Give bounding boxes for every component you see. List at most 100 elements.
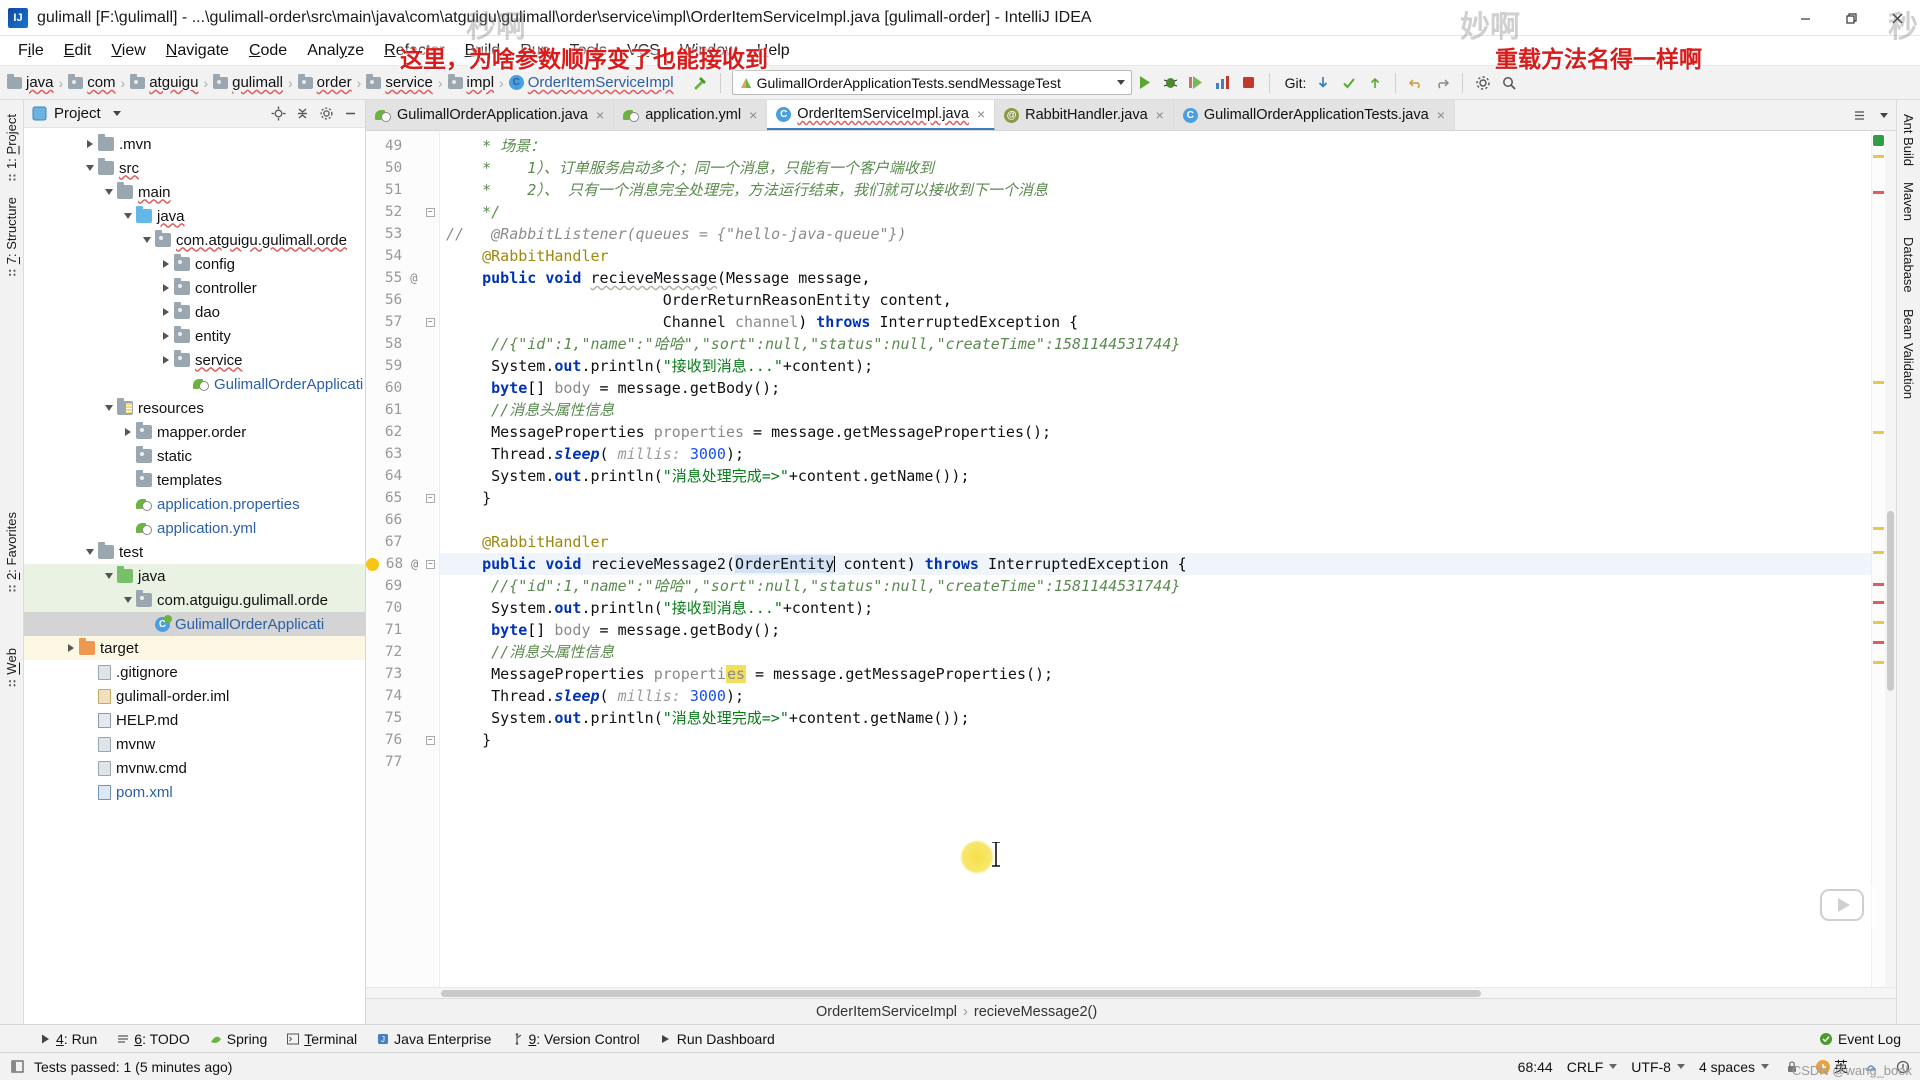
menu-analyze[interactable]: Analyze [297,40,374,62]
chevron-down-icon[interactable] [81,165,98,171]
gutter-line-59[interactable]: 59 [366,355,439,377]
tree-node-mvnw[interactable]: mvnw [24,732,365,756]
menu-help[interactable]: Help [747,40,800,62]
menu-tools[interactable]: Tools [560,40,617,62]
code-line-75[interactable]: System.out.println("消息处理完成=>"+content.ge… [440,707,1871,729]
menu-vcs[interactable]: VCS [617,40,670,62]
close-tab-icon[interactable]: × [749,107,757,123]
code-line-54[interactable]: @RabbitHandler [440,245,1871,267]
tree-node-application.properties[interactable]: application.properties [24,492,365,516]
gutter-line-57[interactable]: 57 − [366,311,439,333]
chevron-down-icon[interactable] [100,573,117,579]
show-toolwindows-icon[interactable] [8,1058,26,1076]
override-annotation-icon[interactable]: @ [409,557,420,571]
code-fold-toggle-icon[interactable]: − [425,493,435,503]
breadcrumb-item-impl[interactable]: impl [445,73,498,91]
editor-tab-gulimallorderapplicationtests-java[interactable]: C GulimallOrderApplicationTests.java × [1173,100,1455,130]
tree-node-com.atguigu.gulimall.orde[interactable]: com.atguigu.gulimall.orde [24,588,365,612]
run-dashboard-tool-window[interactable]: Run Dashboard [651,1029,784,1049]
gutter-line-56[interactable]: 56 [366,289,439,311]
search-everywhere-icon[interactable] [1496,70,1522,96]
push-icon[interactable] [1362,70,1388,96]
run-icon[interactable] [1132,70,1158,96]
warning-marker[interactable] [1873,661,1884,664]
menu-view[interactable]: View [101,40,155,62]
intention-bulb-icon[interactable] [366,557,379,571]
gutter-line-65[interactable]: 65 − [366,487,439,509]
editor-vertical-scrollbar[interactable] [1885,131,1896,987]
tree-node-.gitignore[interactable]: .gitignore [24,660,365,684]
indent-chip[interactable]: 4 spaces [1699,1059,1769,1075]
code-line-69[interactable]: //{"id":1,"name":"哈哈","sort":null,"statu… [440,575,1871,597]
gutter-line-74[interactable]: 74 [366,685,439,707]
code-line-63[interactable]: Thread.sleep( millis: 3000); [440,443,1871,465]
warning-marker[interactable] [1873,621,1884,624]
chevron-right-icon[interactable] [62,644,79,652]
code-line-52[interactable]: */ [440,201,1871,223]
gutter-line-68[interactable]: 68 @ − [366,553,439,575]
gutter-line-62[interactable]: 62 [366,421,439,443]
scrollbar-thumb[interactable] [1887,511,1894,691]
error-marker[interactable] [1873,191,1884,194]
breadcrumb-item-orderitemserviceimpl[interactable]: C OrderItemServiceImpl [506,74,677,91]
menu-build[interactable]: Build [455,40,511,62]
menu-code[interactable]: Code [239,40,297,62]
project-view-chevron-down-icon[interactable] [112,111,121,116]
tree-node-service[interactable]: service [24,348,365,372]
warning-marker[interactable] [1873,381,1884,384]
menu-edit[interactable]: Edit [54,40,102,62]
chevron-right-icon[interactable] [157,332,174,340]
error-marker[interactable] [1873,583,1884,586]
tree-node-static[interactable]: static [24,444,365,468]
redo-icon[interactable] [1429,70,1455,96]
profiler-icon[interactable] [1210,70,1236,96]
ant-build-tool-tab[interactable]: Ant Build [1898,106,1919,174]
gutter-line-64[interactable]: 64 [366,465,439,487]
code-line-56[interactable]: OrderReturnReasonEntity content, [440,289,1871,311]
code-line-60[interactable]: byte[] body = message.getBody(); [440,377,1871,399]
todo-tool-window[interactable]: 6: TODO [108,1029,199,1049]
tree-node-entity[interactable]: entity [24,324,365,348]
editor-tab-application-yml[interactable]: application.yml × [614,100,768,130]
gutter-line-75[interactable]: 75 [366,707,439,729]
code-line-71[interactable]: byte[] body = message.getBody(); [440,619,1871,641]
error-marker[interactable] [1873,641,1884,644]
code-line-65[interactable]: } [440,487,1871,509]
tree-node-com.atguigu.gulimall.orde[interactable]: com.atguigu.gulimall.orde [24,228,365,252]
tree-node-test[interactable]: test [24,540,365,564]
gutter-line-50[interactable]: 50 [366,157,439,179]
tree-node-src[interactable]: src [24,156,365,180]
tree-node-main[interactable]: main [24,180,365,204]
gutter-line-66[interactable]: 66 [366,509,439,531]
code-line-58[interactable]: //{"id":1,"name":"哈哈","sort":null,"statu… [440,333,1871,355]
code-line-68[interactable]: public void recieveMessage2(OrderEntity … [440,553,1871,575]
code-line-72[interactable]: //消息头属性信息 [440,641,1871,663]
project-tree[interactable]: .mvn src main java com.atguigu.gulimall.orde… [24,128,365,1024]
breadcrumb-item-order[interactable]: order [295,73,355,91]
gutter-line-76[interactable]: 76 − [366,729,439,751]
code-text[interactable]: * 场景： * 1）、订单服务启动多个；同一个消息，只能有一个客户端收到 * 2… [440,131,1871,987]
hammer-build-icon[interactable] [687,70,713,96]
code-line-61[interactable]: //消息头属性信息 [440,399,1871,421]
debug-icon[interactable] [1158,70,1184,96]
gutter-line-54[interactable]: 54 [366,245,439,267]
tree-node-dao[interactable]: dao [24,300,365,324]
favorites-tool-tab[interactable]: 2: Favorites [1,504,22,600]
code-line-66[interactable] [440,509,1871,531]
menu-refactor[interactable]: Refactor [374,40,454,62]
structure-tool-tab[interactable]: 7: Structure [1,189,22,284]
gutter-line-55[interactable]: 55 @ [366,267,439,289]
breadcrumb-item-service[interactable]: service [363,73,436,91]
tree-node-java[interactable]: java [24,564,365,588]
tree-node-resources[interactable]: resources [24,396,365,420]
run-tool-window[interactable]: 4: Run [30,1029,106,1049]
panel-settings-gear-icon[interactable] [317,105,335,123]
encoding-chip[interactable]: UTF-8 [1631,1059,1685,1075]
tree-node-gulimallorderapplicati[interactable]: GulimallOrderApplicati [24,372,365,396]
code-line-51[interactable]: * 2）、 只有一个消息完全处理完，方法运行结束，我们就可以接收到下一个消息 [440,179,1871,201]
update-project-icon[interactable] [1310,70,1336,96]
override-annotation-icon[interactable]: @ [408,271,419,285]
code-line-50[interactable]: * 1）、订单服务启动多个；同一个消息，只能有一个客户端收到 [440,157,1871,179]
chevron-right-icon[interactable] [157,308,174,316]
chevron-right-icon[interactable] [157,260,174,268]
